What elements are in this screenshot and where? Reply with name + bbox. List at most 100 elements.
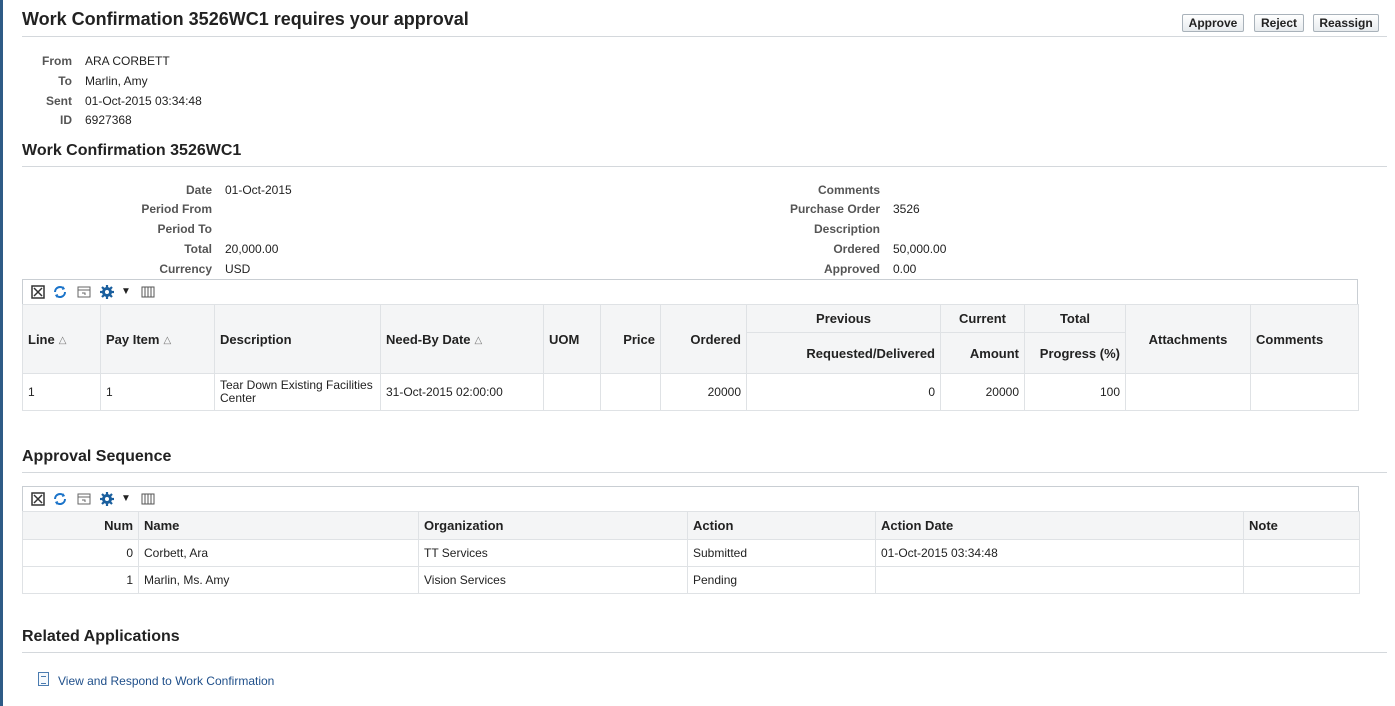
gear-icon[interactable] <box>98 491 116 507</box>
purchase-order-label: Purchase Order <box>789 202 880 216</box>
column-header-pay-item-label: Pay Item <box>106 331 160 347</box>
approved-label: Approved <box>823 262 880 276</box>
work-confirmation-title: Work Confirmation 3526WC1 <box>22 142 242 159</box>
page-title: Work Confirmation 3526WC1 requires your … <box>22 9 469 29</box>
sort-ascending-icon[interactable]: △ <box>163 335 171 346</box>
column-group-current: Current <box>940 304 1025 333</box>
cell-num: 1 <box>22 566 139 594</box>
lines-table: Line △ Pay Item △ Description Need-By Date… <box>22 304 1359 411</box>
reject-button[interactable]: Reject <box>1254 14 1304 32</box>
column-header-attachments: Attachments <box>1125 304 1251 374</box>
cell-uom <box>543 373 601 411</box>
description-label: Description <box>813 222 880 236</box>
cell-organization: TT Services <box>418 539 688 567</box>
section-separator <box>22 652 1387 653</box>
cell-progress: 100 <box>1024 373 1126 411</box>
columns-icon[interactable] <box>139 491 157 507</box>
column-header-uom: UOM <box>543 304 601 374</box>
column-group-previous: Previous <box>746 304 941 333</box>
column-header-requested-delivered: Requested/Delivered <box>746 332 941 374</box>
column-header-need-by-date-label: Need-By Date <box>386 331 471 347</box>
reassign-button[interactable]: Reassign <box>1313 14 1379 32</box>
sort-ascending-icon[interactable]: △ <box>59 335 67 346</box>
column-header-need-by-date[interactable]: Need-By Date △ <box>380 304 544 374</box>
column-header-amount: Amount <box>940 332 1025 374</box>
sort-ascending-icon[interactable]: △ <box>475 335 483 346</box>
cell-name: Corbett, Ara <box>138 539 419 567</box>
cell-note <box>1243 566 1360 594</box>
from-label: From <box>42 54 72 68</box>
id-value: 6927368 <box>85 113 132 127</box>
column-header-action-date: Action Date <box>875 511 1244 540</box>
document-icon <box>38 672 49 686</box>
cell-pay-item: 1 <box>100 373 215 411</box>
approval-table-toolbar: ▼ <box>22 486 1359 512</box>
ordered-label: Ordered <box>833 242 880 256</box>
header-separator <box>22 36 1387 37</box>
column-header-pay-item[interactable]: Pay Item △ <box>100 304 215 374</box>
column-header-line[interactable]: Line △ <box>22 304 101 374</box>
columns-icon[interactable] <box>139 284 157 300</box>
cell-note <box>1243 539 1360 567</box>
column-header-comments: Comments <box>1250 304 1359 374</box>
cell-requested-delivered: 0 <box>746 373 941 411</box>
cell-action: Submitted <box>687 539 876 567</box>
column-header-progress: Progress (%) <box>1024 332 1126 374</box>
cell-line: 1 <box>22 373 101 411</box>
column-header-num: Num <box>22 511 139 540</box>
currency-value: USD <box>225 262 251 276</box>
approval-sequence-title: Approval Sequence <box>22 448 172 465</box>
dropdown-arrow-icon[interactable]: ▼ <box>117 284 135 300</box>
approval-sequence-table: Num Name Organization Action Action Date… <box>22 511 1360 594</box>
table-row: 0 Corbett, Ara TT Services Submitted 01-… <box>22 539 1360 567</box>
lines-table-toolbar: ▼ <box>22 279 1358 305</box>
detach-icon[interactable] <box>29 491 47 507</box>
purchase-order-value: 3526 <box>893 202 920 216</box>
cell-action-date: 01-Oct-2015 03:34:48 <box>875 539 1244 567</box>
column-header-line-label: Line <box>28 331 55 347</box>
refresh-icon[interactable] <box>51 284 69 300</box>
detach-icon[interactable] <box>29 284 47 300</box>
column-header-name: Name <box>138 511 419 540</box>
related-applications-title: Related Applications <box>22 628 180 645</box>
currency-label: Currency <box>159 262 212 276</box>
cell-price <box>600 373 661 411</box>
date-label: Date <box>185 183 212 197</box>
table-row: 1 1 Tear Down Existing Facilities Center… <box>22 373 1359 411</box>
column-header-organization: Organization <box>418 511 688 540</box>
query-by-example-icon[interactable] <box>75 491 93 507</box>
cell-need-by-date: 31-Oct-2015 02:00:00 <box>380 373 544 411</box>
column-header-ordered: Ordered <box>660 304 747 374</box>
section-separator <box>22 472 1387 473</box>
cell-comments <box>1250 373 1359 411</box>
approve-button[interactable]: Approve <box>1182 14 1244 32</box>
cell-attachments <box>1125 373 1251 411</box>
section-separator <box>22 166 1387 167</box>
period-to-label: Period To <box>157 222 212 236</box>
to-value: Marlin, Amy <box>85 74 148 88</box>
cell-action-date <box>875 566 1244 594</box>
sent-value: 01-Oct-2015 03:34:48 <box>85 94 202 108</box>
from-value: ARA CORBETT <box>85 54 170 68</box>
cell-amount: 20000 <box>940 373 1025 411</box>
table-row: 1 Marlin, Ms. Amy Vision Services Pendin… <box>22 566 1360 594</box>
cell-ordered: 20000 <box>660 373 747 411</box>
id-label: ID <box>60 113 72 127</box>
query-by-example-icon[interactable] <box>75 284 93 300</box>
date-value: 01-Oct-2015 <box>225 183 292 197</box>
column-header-note: Note <box>1243 511 1360 540</box>
period-from-label: Period From <box>141 202 212 216</box>
cell-name: Marlin, Ms. Amy <box>138 566 419 594</box>
refresh-icon[interactable] <box>51 491 69 507</box>
total-label: Total <box>184 242 212 256</box>
comments-label: Comments <box>817 183 880 197</box>
to-label: To <box>58 74 72 88</box>
dropdown-arrow-icon[interactable]: ▼ <box>117 491 135 507</box>
approved-value: 0.00 <box>893 262 917 276</box>
cell-organization: Vision Services <box>418 566 688 594</box>
gear-icon[interactable] <box>98 284 116 300</box>
column-header-action: Action <box>687 511 876 540</box>
view-respond-work-confirmation-link[interactable]: View and Respond to Work Confirmation <box>58 674 274 688</box>
cell-action: Pending <box>687 566 876 594</box>
cell-description: Tear Down Existing Facilities Center <box>214 373 381 411</box>
